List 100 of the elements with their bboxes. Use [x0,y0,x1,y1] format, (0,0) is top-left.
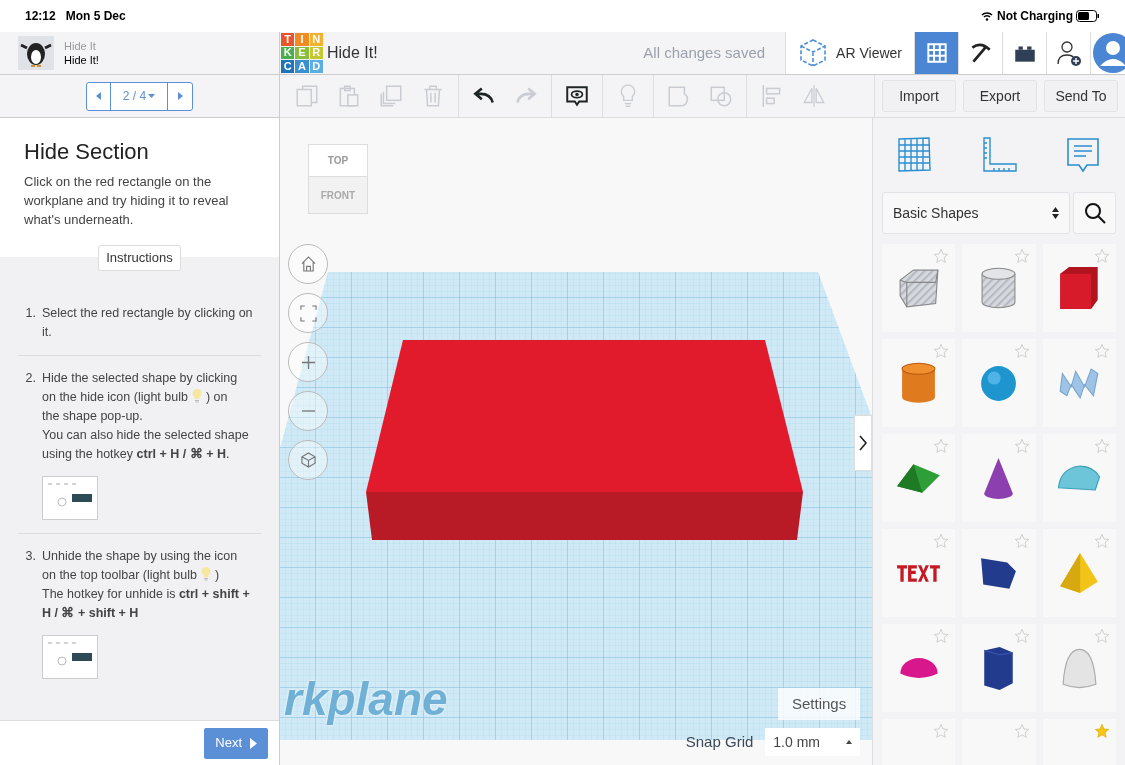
roof-shape-tile[interactable] [882,434,956,522]
box-shape-icon [1059,266,1100,310]
star-icon[interactable] [1094,533,1110,549]
star-icon[interactable] [1094,723,1110,739]
zoom-in-icon [300,354,316,370]
star-icon[interactable] [1094,438,1110,454]
tinkercad-logo: T I N K E R C A D [281,33,323,73]
star-icon[interactable] [933,533,950,549]
star-icon[interactable] [1094,343,1110,359]
star-icon[interactable] [1013,343,1030,359]
section-intro: Click on the red rectangle on the workplane and try hiding it to reveal what's underneath. [24,173,230,229]
design-title: Hide It! [327,43,378,63]
step-text: The hotkey for unhide is ctrl + shift + H / ⌘ + shift + H [42,585,251,622]
half-sphere-shape-tile[interactable] [882,624,956,712]
lesson-title: Hide It! [64,53,99,67]
star-icon[interactable] [1013,438,1030,454]
hexagon-shape-icon [983,645,1015,691]
add-user-button[interactable] [1046,32,1090,74]
category-select[interactable]: Basic Shapes [882,192,1070,234]
box-hole-shape-tile[interactable] [882,244,956,332]
star-icon[interactable] [1013,628,1030,644]
caret-left-icon [95,92,101,100]
light-bulb-icon [190,387,203,403]
polygon-shape-tile[interactable] [962,529,1036,617]
cylinder-hole-shape-tile[interactable] [962,244,1036,332]
star-icon[interactable] [1013,533,1030,549]
perspective-button[interactable] [288,440,328,480]
search-button[interactable] [1073,192,1116,234]
notes-icon [564,83,590,109]
perspective-icon [300,452,316,468]
battery-icon [1076,10,1100,22]
step-text: You can also hide the selected shape using the hotkey ctrl + H / ⌘ + H. [42,426,250,463]
sphere-shape-tile[interactable] [962,339,1036,427]
text-shape-tile[interactable] [882,529,956,617]
text-shape-icon [896,563,942,583]
caret-down-icon [148,94,156,98]
battery-status: Not Charging [997,8,1073,25]
toolbar-button[interactable]: Export [963,80,1037,112]
mirror-icon [801,83,827,109]
snap-grid-select[interactable]: 1.0 mm [765,728,860,756]
half-sphere-shape-icon [898,657,939,679]
zoom-in-button[interactable] [288,342,328,382]
sort-icon [1052,207,1059,219]
cone-shape-tile[interactable] [962,434,1036,522]
step-number: 3. [24,547,36,565]
home-button[interactable] [288,244,328,284]
view-button[interactable] [958,32,1002,74]
star-icon[interactable] [933,723,950,739]
star-icon[interactable] [933,438,950,454]
cube-icon [798,37,829,69]
round-roof-shape-tile[interactable] [1042,434,1116,522]
step-text: the shape pop-up. [42,407,144,425]
save-status: All changes saved [643,42,766,63]
toolbar-button[interactable]: Import [882,80,956,112]
pyramid-shape-icon [1059,552,1100,594]
fit-button[interactable] [288,293,328,333]
collapse-panel-button[interactable] [854,415,872,471]
light-bulb-icon [199,565,212,581]
caret-right-icon [177,92,183,100]
star-icon[interactable] [1094,628,1110,644]
cone-shape-icon [983,456,1015,500]
scribble-shape-icon [1059,367,1100,399]
roof-shape-icon [896,462,942,494]
view-button[interactable] [1002,32,1046,74]
paraboloid-shape-tile[interactable] [1042,624,1116,712]
home-icon [300,256,316,272]
pyramid-shape-tile[interactable] [1042,529,1116,617]
step-text: Select the red rectangle by clicking on it. [42,304,254,341]
course-name: Hide It [64,39,97,53]
step-text: Hide the selected shape by clicking [42,369,239,387]
star-icon[interactable] [1013,723,1030,739]
cylinder-shape-icon [901,362,937,404]
duplicate-icon [378,83,404,109]
instructions-label: Instructions [98,245,181,271]
round-roof-shape-icon [1057,465,1102,491]
star-icon[interactable] [1013,248,1030,264]
sphere-shape-icon [980,364,1018,402]
star-icon[interactable] [1094,248,1110,264]
step-text: ) [214,567,220,582]
star-icon[interactable] [933,628,950,644]
chevron-right-icon [859,435,867,451]
ar-viewer-button[interactable]: AR Viewer [785,32,914,74]
step-text: ) on [205,389,228,404]
polygon-shape-icon [980,556,1018,590]
star-icon[interactable] [933,343,950,359]
star-icon[interactable] [933,248,950,264]
settings-button[interactable]: Settings [778,688,861,720]
penguin-avatar-icon [18,36,54,70]
hexagon-shape-tile[interactable] [962,624,1036,712]
scribble-shape-tile[interactable] [1042,339,1116,427]
wifi-icon [981,11,993,21]
status-time: 12:12 [25,8,56,25]
step-number: 1. [24,304,36,322]
paraboloid-shape-icon [1061,647,1097,689]
step-text: Unhide the shape by using the icon [42,547,239,565]
zoom-out-button[interactable] [288,391,328,431]
box-shape-tile[interactable] [1042,244,1116,332]
toolbar-button[interactable]: Send To [1044,80,1118,112]
cylinder-shape-tile[interactable] [882,339,956,427]
step-number: 2. [24,369,36,387]
